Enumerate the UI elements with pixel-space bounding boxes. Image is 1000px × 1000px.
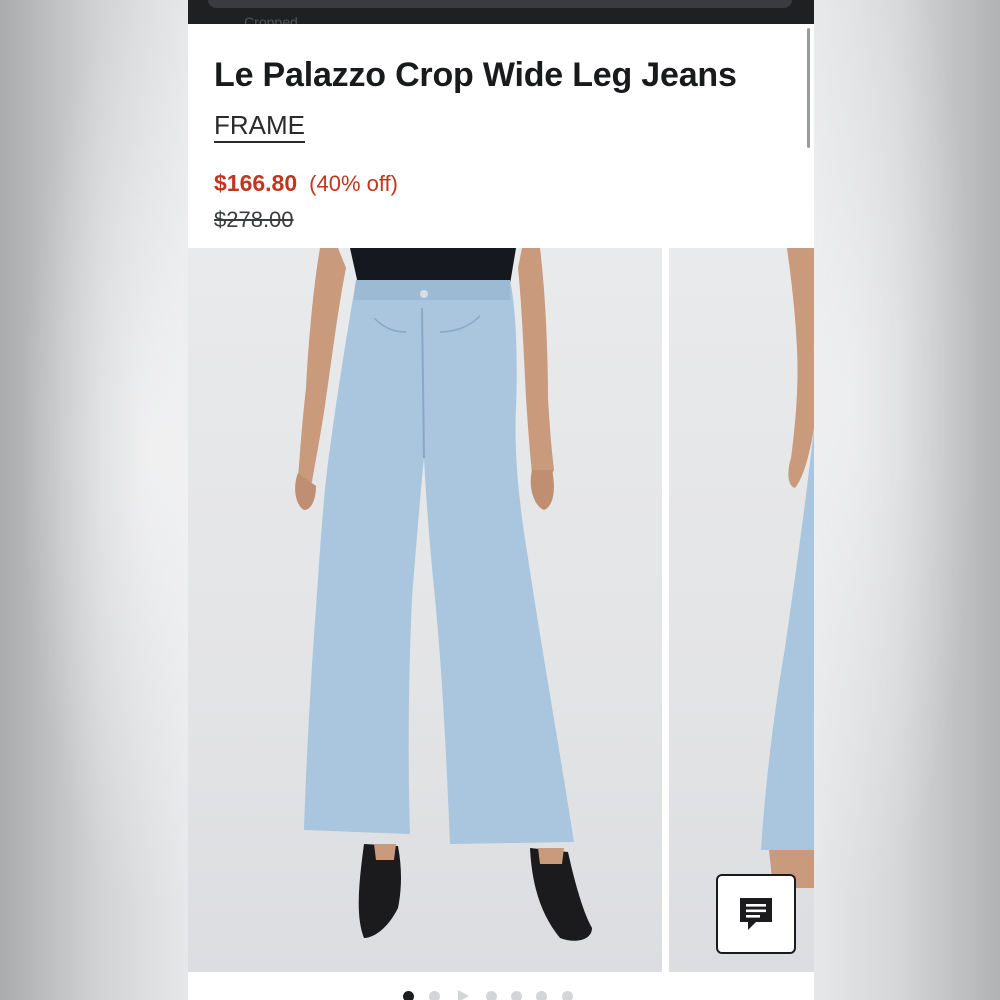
- pagination-dot[interactable]: [429, 991, 440, 1000]
- brand-link[interactable]: FRAME: [214, 110, 305, 143]
- sale-price: $166.80: [214, 170, 298, 196]
- product-title: Le Palazzo Crop Wide Leg Jeans: [214, 56, 737, 94]
- jeans-photo-side: [761, 248, 814, 888]
- backdrop-left: [0, 0, 188, 1000]
- pagination-dot[interactable]: [403, 991, 414, 1000]
- backdrop-right: [814, 0, 1000, 1000]
- top-bar: ⌄ Cropped: [188, 0, 814, 24]
- original-price: $278.00: [214, 207, 294, 232]
- chat-button[interactable]: [716, 874, 796, 954]
- breadcrumb-label: Cropped: [244, 14, 298, 24]
- chevron-down-icon: ⌄: [228, 16, 239, 24]
- product-image-front[interactable]: [188, 248, 662, 972]
- image-carousel[interactable]: [188, 248, 814, 972]
- product-page: ⌄ Cropped Le Palazzo Crop Wide Leg Jeans …: [188, 0, 814, 1000]
- breadcrumb[interactable]: ⌄ Cropped: [228, 8, 428, 24]
- pagination-dot[interactable]: [562, 991, 573, 1000]
- pagination-dot[interactable]: [486, 991, 497, 1000]
- pagination-dot[interactable]: [511, 991, 522, 1000]
- video-play-icon[interactable]: [458, 990, 469, 1000]
- carousel-pagination: [188, 978, 814, 1000]
- price-row: $166.80 (40% off): [214, 170, 398, 197]
- address-bar[interactable]: [208, 0, 792, 8]
- jeans-photo-front: [295, 248, 592, 941]
- page-scrollbar[interactable]: [807, 28, 810, 148]
- discount-label: (40% off): [309, 171, 398, 196]
- chat-bubble-icon: [740, 898, 772, 930]
- product-image-side[interactable]: [669, 248, 814, 972]
- pagination-dot[interactable]: [536, 991, 547, 1000]
